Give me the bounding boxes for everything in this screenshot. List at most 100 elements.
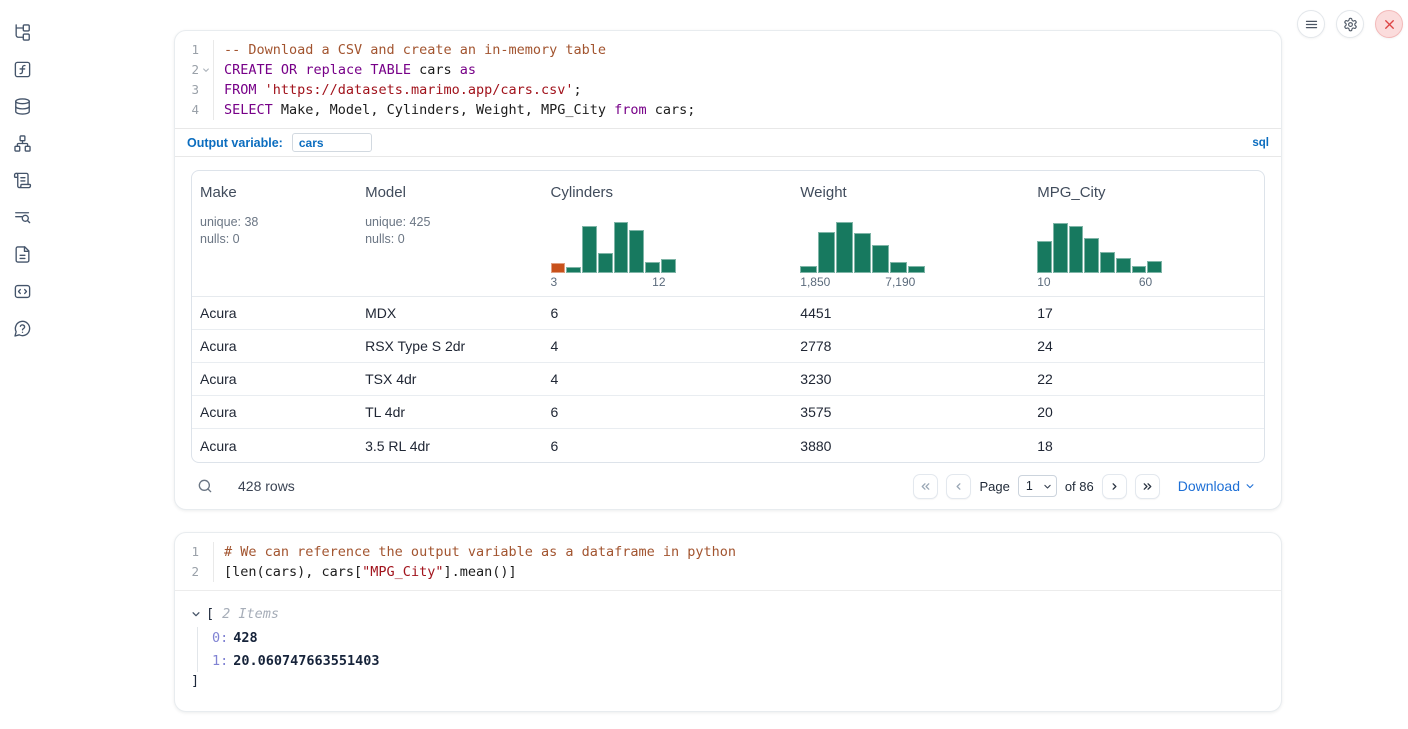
table-row[interactable]: Acura3.5 RL 4dr6388018: [192, 429, 1264, 462]
python-code-editor[interactable]: 1# We can reference the output variable …: [175, 533, 1281, 590]
code-line[interactable]: 2CREATE OR replace TABLE cars as: [175, 60, 1281, 80]
download-button[interactable]: Download: [1178, 478, 1255, 494]
sql-code-editor[interactable]: 1-- Download a CSV and create an in-memo…: [175, 31, 1281, 128]
column-header-mpg_city[interactable]: MPG_City1060: [1029, 171, 1264, 296]
table-cell: 3230: [792, 371, 1029, 387]
histogram-bar[interactable]: [908, 266, 925, 273]
histogram-bar[interactable]: [1100, 252, 1115, 273]
output-variable-input[interactable]: [292, 133, 372, 152]
menu-button[interactable]: [1297, 10, 1325, 38]
item-index: 1:: [212, 653, 228, 669]
histogram-bar[interactable]: [836, 222, 853, 273]
row-count: 428 rows: [238, 478, 295, 494]
axis-label: 7,190: [885, 275, 915, 289]
page-select-value: 1: [1026, 479, 1033, 493]
histogram-bar[interactable]: [854, 233, 871, 273]
histogram-bar[interactable]: [890, 262, 907, 273]
output-variable-label: Output variable:: [187, 136, 283, 150]
pagination: Page 1 of 86: [913, 474, 1159, 499]
code-box-icon[interactable]: [13, 282, 32, 301]
function-icon[interactable]: [13, 60, 32, 79]
histogram-bar[interactable]: [566, 267, 581, 273]
histogram-bar[interactable]: [645, 262, 660, 273]
line-number: 2: [175, 562, 199, 582]
column-title: Cylinders: [551, 184, 785, 201]
histogram-bar[interactable]: [1069, 226, 1084, 273]
fold-spacer: [199, 542, 212, 562]
table-row[interactable]: AcuraTSX 4dr4323022: [192, 363, 1264, 396]
table-cell: Acura: [192, 404, 357, 420]
table-row[interactable]: AcuraMDX6445117: [192, 297, 1264, 330]
histogram-bar[interactable]: [551, 263, 566, 273]
database-icon[interactable]: [13, 97, 32, 116]
data-table: Makeunique: 38nulls: 0Modelunique: 425nu…: [191, 170, 1265, 463]
scroll-icon[interactable]: [13, 171, 32, 190]
python-cell-output: [ 2 Items 0:4281:20.060747663551403 ]: [175, 590, 1281, 709]
table-row[interactable]: AcuraTL 4dr6357520: [192, 396, 1264, 429]
code-content: FROM 'https://datasets.marimo.app/cars.c…: [213, 80, 582, 100]
code-line[interactable]: 1# We can reference the output variable …: [175, 542, 1281, 562]
histogram-bar[interactable]: [818, 232, 835, 273]
collapse-icon[interactable]: [191, 609, 201, 619]
code-line[interactable]: 1-- Download a CSV and create an in-memo…: [175, 40, 1281, 60]
axis-label: 60: [1139, 275, 1152, 289]
list-entries: 0:4281:20.060747663551403: [197, 627, 1265, 672]
code-line[interactable]: 2[len(cars), cars["MPG_City"].mean()]: [175, 562, 1281, 582]
list-search-icon[interactable]: [13, 208, 32, 227]
page-select[interactable]: 1: [1018, 475, 1057, 497]
item-value: 428: [233, 630, 257, 646]
line-number: 2: [175, 60, 199, 80]
column-histogram: 312: [551, 220, 676, 289]
code-line[interactable]: 3FROM 'https://datasets.marimo.app/cars.…: [175, 80, 1281, 100]
table-cell: Acura: [192, 438, 357, 454]
fold-spacer: [199, 100, 212, 120]
histogram-bar[interactable]: [614, 222, 629, 273]
shutdown-button[interactable]: [1375, 10, 1403, 38]
table-cell: 20: [1029, 404, 1264, 420]
fold-arrow-icon[interactable]: [199, 60, 212, 80]
column-header-weight[interactable]: Weight1,8507,190: [792, 171, 1029, 296]
topbar-actions: [1297, 10, 1403, 38]
histogram-bars: [551, 220, 676, 273]
histogram-bar[interactable]: [582, 226, 597, 273]
file-tree-icon[interactable]: [13, 23, 32, 42]
histogram-bar[interactable]: [1053, 223, 1068, 273]
histogram-bar[interactable]: [661, 259, 676, 273]
histogram-bar[interactable]: [1132, 266, 1147, 273]
histogram-bar[interactable]: [872, 245, 889, 273]
histogram-bar[interactable]: [598, 253, 613, 273]
fold-spacer: [199, 80, 212, 100]
help-circle-icon[interactable]: [13, 319, 32, 338]
histogram-bar[interactable]: [800, 266, 817, 273]
column-title: Model: [365, 184, 534, 201]
item-value: 20.060747663551403: [233, 653, 379, 669]
prev-page-button[interactable]: [946, 474, 971, 499]
column-header-make[interactable]: Makeunique: 38nulls: 0: [192, 171, 357, 296]
column-header-model[interactable]: Modelunique: 425nulls: 0: [357, 171, 542, 296]
network-icon[interactable]: [13, 134, 32, 153]
histogram-axis: 1060: [1037, 273, 1162, 289]
python-cell: 1# We can reference the output variable …: [174, 532, 1282, 712]
file-text-icon[interactable]: [13, 245, 32, 264]
settings-button[interactable]: [1336, 10, 1364, 38]
last-page-button[interactable]: [1135, 474, 1160, 499]
histogram-bar[interactable]: [629, 230, 644, 273]
histogram-bar[interactable]: [1116, 258, 1131, 273]
search-icon[interactable]: [197, 478, 213, 494]
next-page-button[interactable]: [1102, 474, 1127, 499]
column-header-cylinders[interactable]: Cylinders 312: [543, 171, 793, 296]
table-cell: TL 4dr: [357, 404, 542, 420]
download-label: Download: [1178, 478, 1240, 494]
histogram-bar[interactable]: [1084, 238, 1099, 273]
histogram-bar[interactable]: [1147, 261, 1162, 273]
code-line[interactable]: 4SELECT Make, Model, Cylinders, Weight, …: [175, 100, 1281, 120]
first-page-button[interactable]: [913, 474, 938, 499]
table-cell: 3.5 RL 4dr: [357, 438, 542, 454]
output-variable-row: Output variable: sql: [175, 128, 1281, 157]
table-cell: 4451: [792, 305, 1029, 321]
sidebar: [0, 0, 44, 729]
column-title: Weight: [800, 184, 1021, 201]
table-row[interactable]: AcuraRSX Type S 2dr4277824: [192, 330, 1264, 363]
table-cell: Acura: [192, 305, 357, 321]
histogram-bar[interactable]: [1037, 241, 1052, 273]
